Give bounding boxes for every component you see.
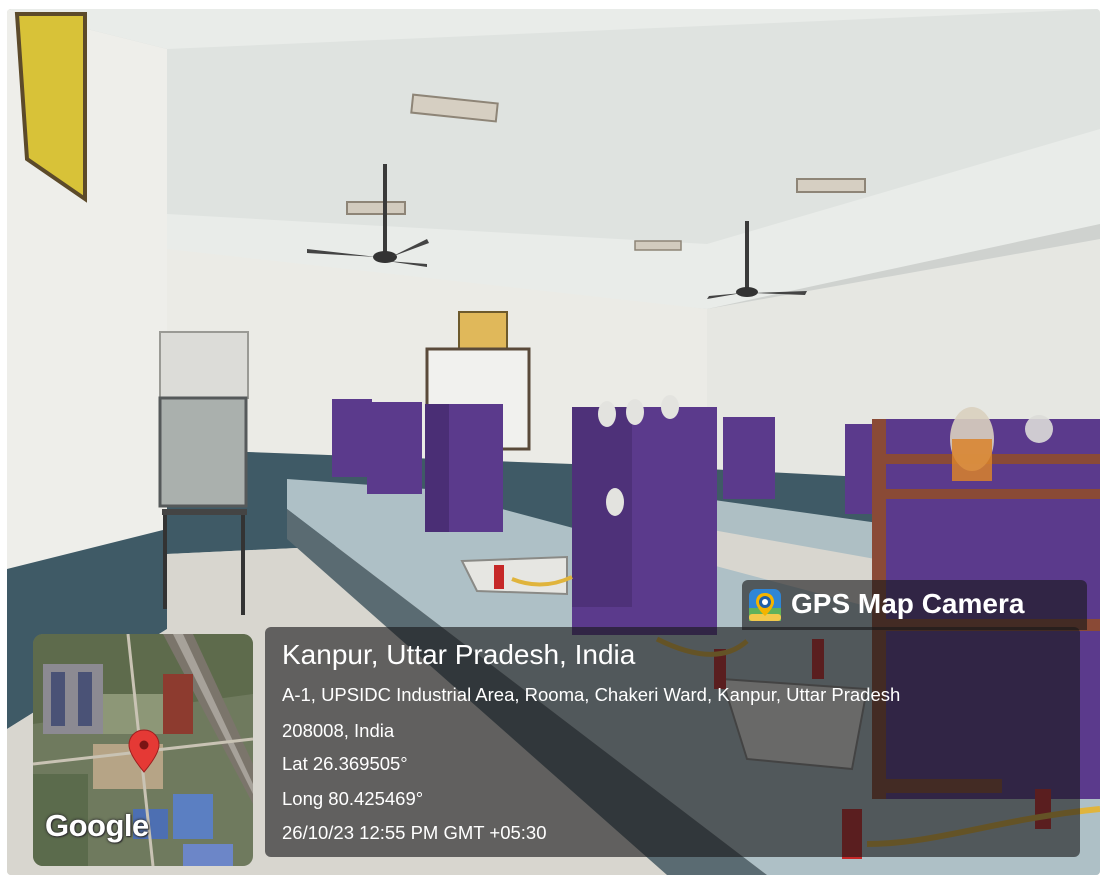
timestamp: 26/10/23 12:55 PM GMT +05:30: [282, 822, 547, 843]
gps-map-camera-icon: [749, 589, 781, 621]
latitude: Lat 26.369505°: [282, 753, 408, 774]
address-line-1: A-1, UPSIDC Industrial Area, Rooma, Chak…: [282, 684, 901, 705]
location-city: Kanpur, Uttar Pradesh, India: [282, 639, 636, 670]
longitude: Long 80.425469°: [282, 788, 424, 809]
address-line-2: 208008, India: [282, 720, 395, 741]
brand-title: GPS Map Camera: [791, 588, 1025, 619]
google-logo: Google: [45, 808, 149, 843]
